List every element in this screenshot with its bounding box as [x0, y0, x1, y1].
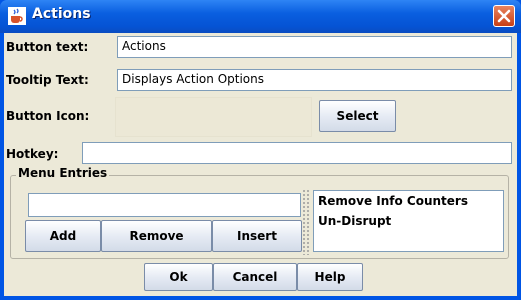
- close-button[interactable]: [493, 5, 515, 27]
- menu-entries-list[interactable]: Remove Info Counters Un-Disrupt: [313, 190, 504, 252]
- ok-button[interactable]: Ok: [144, 263, 213, 291]
- list-item[interactable]: Remove Info Counters: [314, 191, 503, 211]
- help-button[interactable]: Help: [297, 263, 363, 291]
- title-bar[interactable]: Actions: [0, 0, 521, 33]
- tooltip-text-label: Tooltip Text:: [6, 73, 89, 87]
- button-text-label: Button text:: [6, 40, 89, 54]
- java-cup-icon: [8, 7, 26, 25]
- close-icon: [497, 9, 511, 23]
- actions-dialog: Actions Button text: Actions Tooltip Tex…: [0, 0, 521, 300]
- select-icon-button[interactable]: Select: [319, 100, 396, 132]
- menu-entry-input[interactable]: [28, 193, 301, 217]
- hotkey-input[interactable]: [82, 142, 512, 164]
- splitter-handle[interactable]: [302, 189, 310, 255]
- insert-entry-button[interactable]: Insert: [212, 220, 302, 252]
- cancel-button[interactable]: Cancel: [213, 263, 297, 291]
- button-text-input[interactable]: Actions: [117, 36, 512, 58]
- button-icon-label: Button Icon:: [6, 109, 90, 123]
- dialog-content: Button text: Actions Tooltip Text: Displ…: [4, 33, 517, 296]
- tooltip-text-input[interactable]: Displays Action Options: [117, 69, 512, 91]
- add-entry-button[interactable]: Add: [25, 220, 101, 252]
- window-title: Actions: [32, 6, 91, 22]
- remove-entry-button[interactable]: Remove: [101, 220, 212, 252]
- button-icon-preview: [115, 97, 312, 137]
- hotkey-label: Hotkey:: [6, 147, 59, 161]
- list-item[interactable]: Un-Disrupt: [314, 211, 503, 231]
- menu-entries-title: Menu Entries: [16, 166, 110, 180]
